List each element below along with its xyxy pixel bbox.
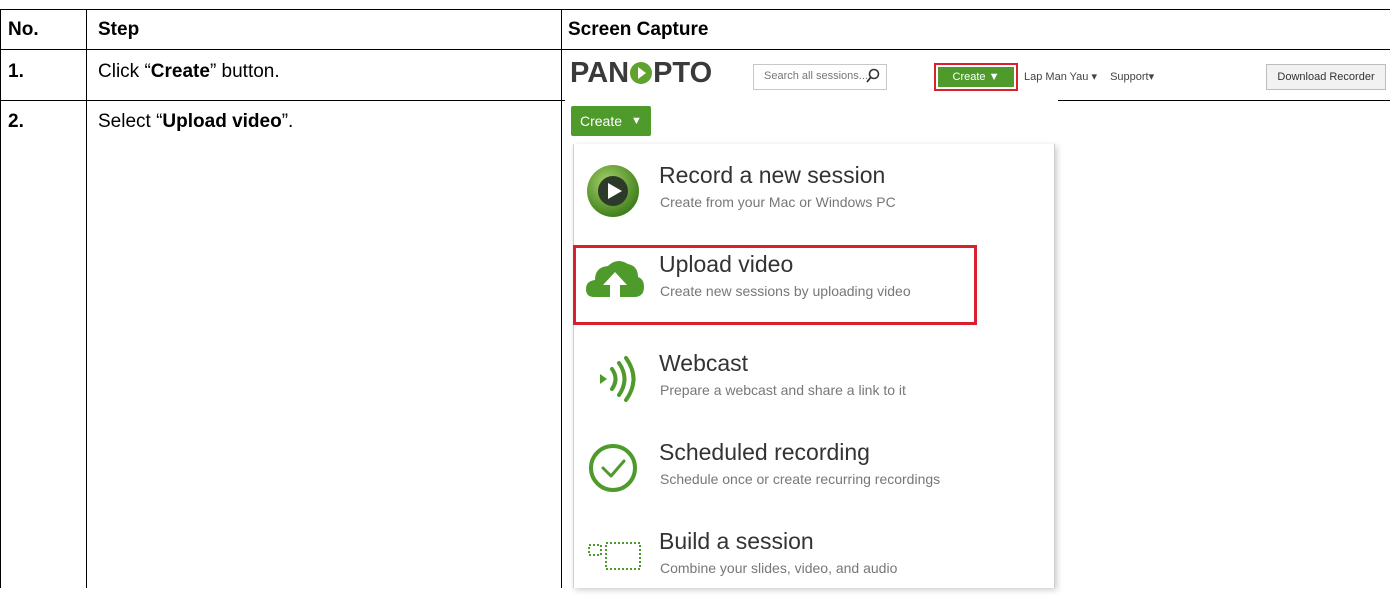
panopto-top-bar-capture: PAN PTO Search all sessions... Create ▼ L… [562, 50, 1390, 98]
menu-item-title: Build a session [659, 528, 814, 554]
support-menu-link[interactable]: Support▾ [1110, 71, 1154, 83]
table-col-divider-1 [86, 9, 87, 588]
header-no: No. [8, 19, 39, 40]
table-border-left [0, 9, 1, 588]
menu-item-title: Webcast [659, 350, 749, 376]
menu-item-webcast[interactable]: Webcast Prepare a webcast and share a li… [574, 340, 1054, 420]
create-dropdown-capture: Create ▼ Record a new session Create fro… [566, 98, 1058, 588]
create-dropdown-button[interactable]: Create ▼ [571, 106, 651, 136]
chevron-down-icon: ▼ [631, 115, 642, 127]
menu-item-subtitle: Combine your slides, video, and audio [660, 560, 898, 576]
search-placeholder: Search all sessions... [764, 70, 868, 82]
create-button-highlight: Create ▼ [934, 63, 1018, 91]
table-border-top [0, 9, 1390, 10]
menu-item-record-session[interactable]: Record a new session Create from your Ma… [574, 152, 1054, 232]
create-button[interactable]: Create ▼ [938, 67, 1014, 87]
logo-play-icon [630, 62, 653, 84]
user-menu-link[interactable]: Lap Man Yau ▾ [1024, 71, 1097, 83]
build-session-icon [588, 542, 641, 570]
download-recorder-button[interactable]: Download Recorder [1266, 64, 1386, 90]
menu-item-title: Scheduled recording [659, 439, 870, 465]
clock-check-icon [589, 444, 637, 492]
menu-item-scheduled-recording[interactable]: Scheduled recording Schedule once or cre… [574, 429, 1054, 509]
top-links: Lap Man Yau ▾ Support▾ [1024, 70, 1164, 83]
table-row-divider [0, 100, 565, 101]
row-2-step: Select “Upload video”. [98, 111, 294, 132]
header-screen-capture: Screen Capture [568, 19, 709, 40]
row-1-number: 1. [8, 61, 24, 82]
panopto-logo: PAN PTO [570, 57, 713, 89]
menu-item-title: Record a new session [659, 162, 886, 188]
header-step: Step [98, 19, 140, 40]
search-input[interactable]: Search all sessions... [753, 64, 887, 90]
table-row-divider-right [1058, 100, 1390, 101]
row-2-number: 2. [8, 111, 24, 132]
menu-item-build-session[interactable]: Build a session Combine your slides, vid… [574, 518, 1054, 598]
broadcast-icon [600, 356, 636, 402]
menu-item-subtitle: Schedule once or create recurring record… [660, 471, 941, 487]
menu-item-subtitle: Create from your Mac or Windows PC [660, 194, 896, 210]
upload-video-highlight [573, 245, 977, 325]
create-menu: Record a new session Create from your Ma… [573, 144, 1055, 588]
menu-item-subtitle: Prepare a webcast and share a link to it [660, 382, 906, 398]
record-play-icon [587, 165, 639, 217]
row-1-step: Click “Create” button. [98, 61, 280, 82]
search-icon [866, 68, 880, 83]
create-dropdown-label: Create [580, 113, 623, 129]
